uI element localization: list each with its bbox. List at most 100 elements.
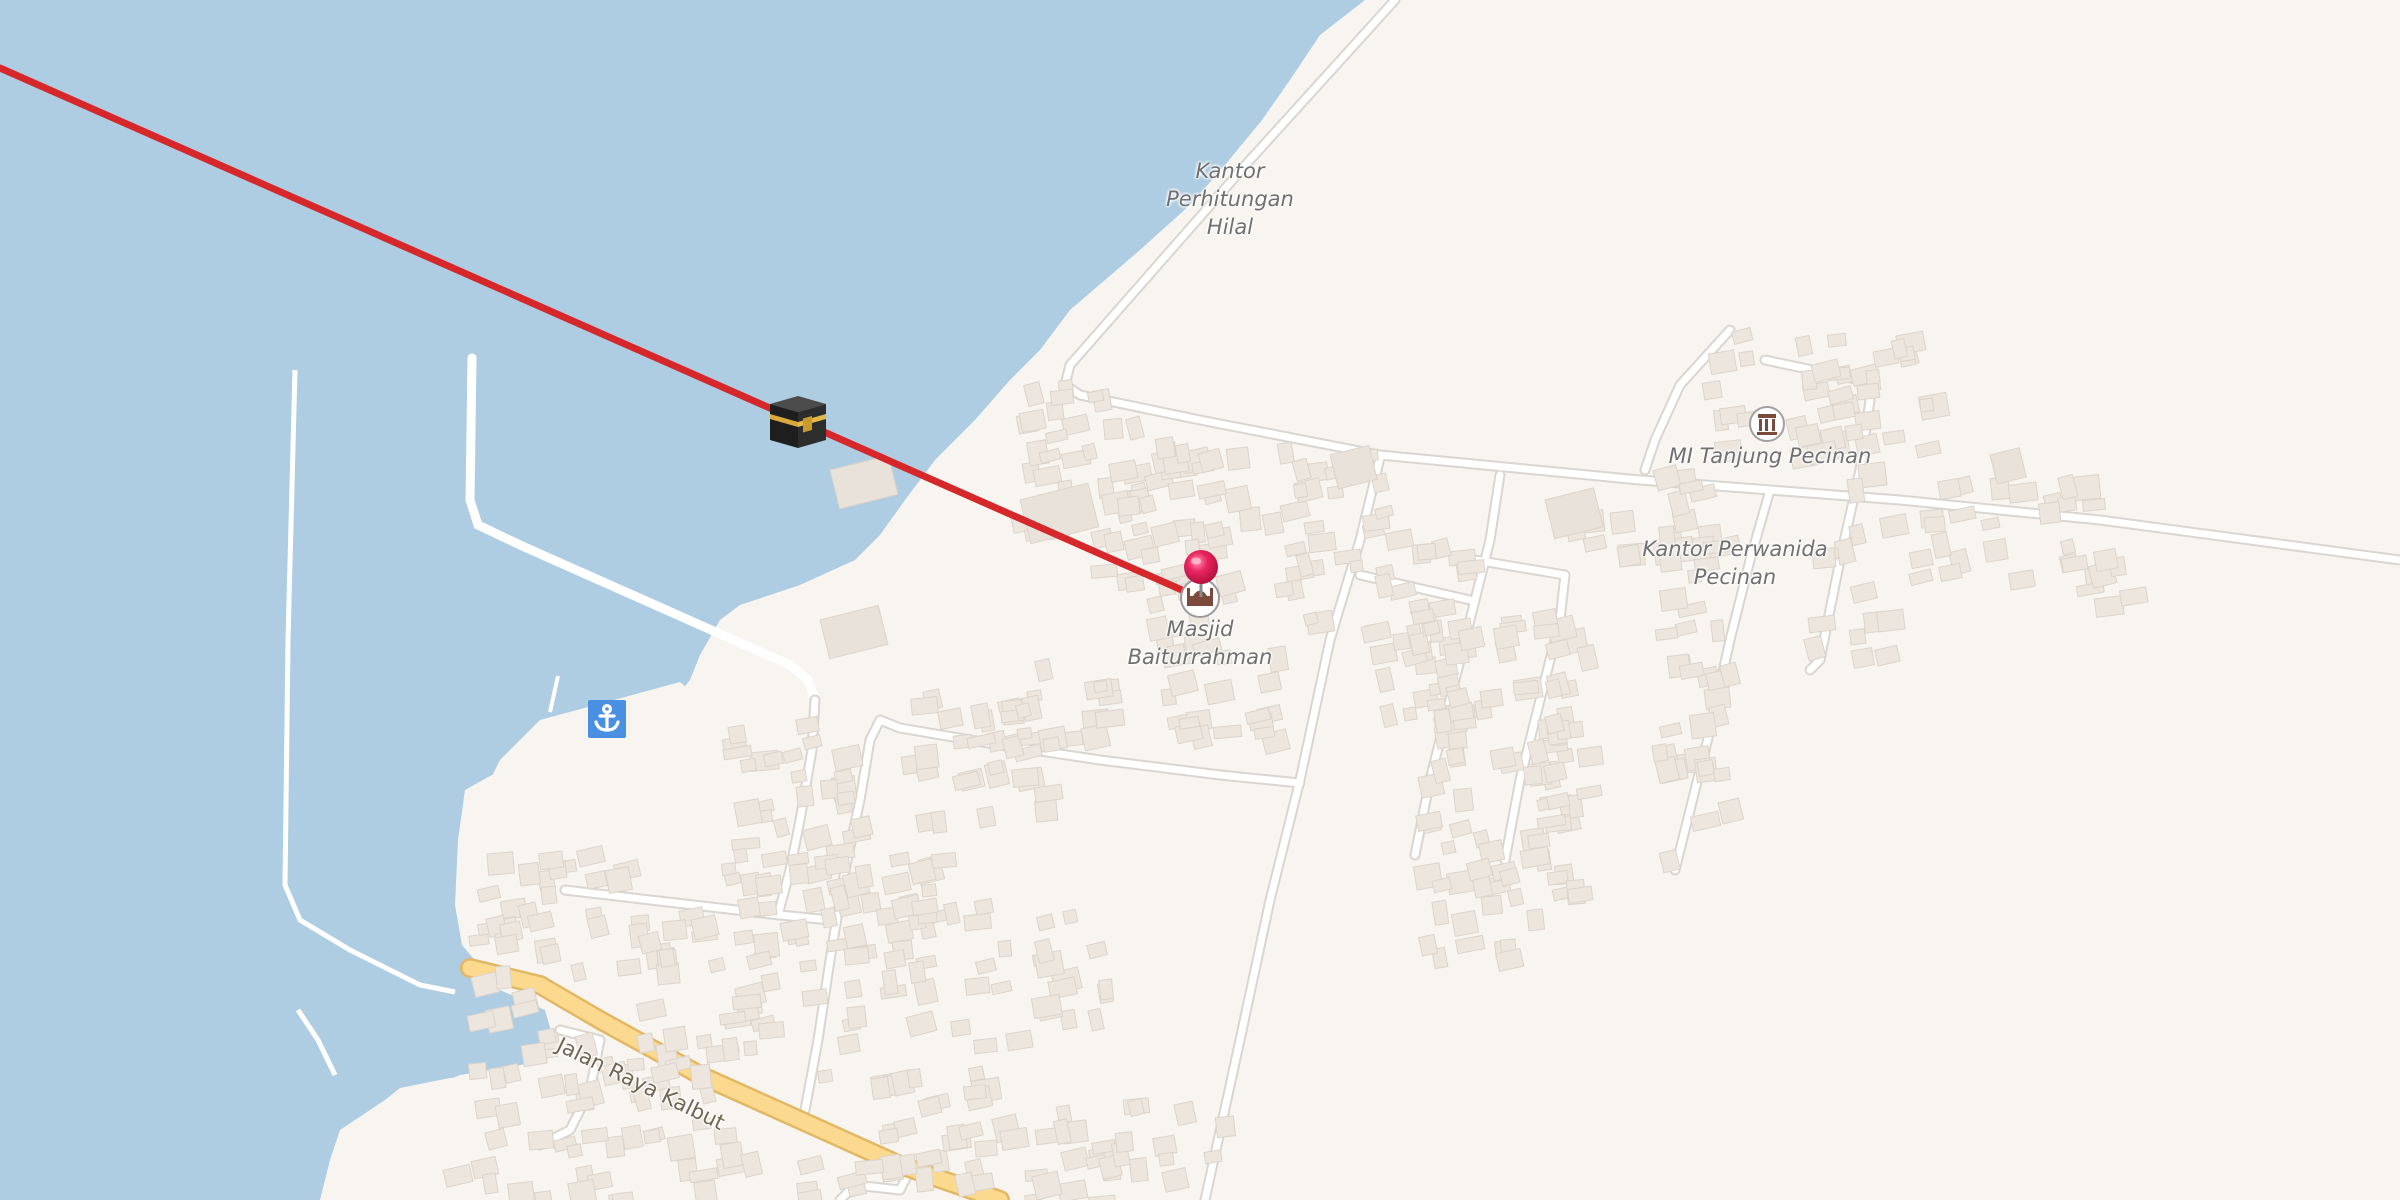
building (1450, 909, 1480, 938)
building (1844, 423, 1864, 442)
building (1128, 1157, 1149, 1183)
building (1875, 608, 1906, 633)
building (820, 906, 838, 929)
building (1418, 933, 1439, 957)
building (881, 969, 899, 996)
label-kantor-perhitungan-hilal[interactable]: Kantor Perhitungan Hilal (1140, 157, 1320, 241)
building (1369, 642, 1399, 666)
building (721, 1036, 740, 1062)
building (642, 1128, 662, 1145)
building (799, 959, 818, 973)
building (689, 1063, 713, 1091)
building (1480, 894, 1504, 916)
building (1203, 1149, 1223, 1165)
building (1167, 479, 1196, 501)
building (1257, 671, 1283, 694)
building (1030, 993, 1063, 1020)
building (754, 874, 784, 897)
building (1116, 495, 1141, 517)
building (1717, 797, 1745, 825)
building (739, 757, 758, 774)
building (517, 861, 542, 887)
building (2007, 481, 2039, 504)
building (920, 883, 938, 898)
building (1492, 624, 1521, 651)
building (1452, 787, 1475, 813)
building (1544, 712, 1565, 735)
building (849, 815, 874, 839)
building (666, 1133, 696, 1162)
building (930, 810, 948, 834)
building (1273, 580, 1295, 599)
building (1489, 746, 1517, 771)
building (1878, 513, 1910, 539)
building (1124, 574, 1146, 593)
building (1738, 350, 1756, 368)
building (1527, 832, 1551, 850)
building (1846, 477, 1866, 504)
building (1707, 349, 1738, 376)
kaaba-icon[interactable] (770, 396, 826, 448)
harbour-marker[interactable] (588, 700, 626, 738)
building (967, 1065, 986, 1082)
building (1094, 708, 1126, 729)
building (1546, 869, 1569, 886)
building (936, 707, 964, 731)
building (1098, 978, 1114, 1001)
building (620, 1124, 644, 1151)
building (795, 784, 815, 808)
building (757, 1021, 786, 1040)
building (1440, 839, 1457, 856)
building (1654, 626, 1679, 642)
building (854, 863, 875, 889)
building (788, 863, 810, 886)
label-kantor-perwanida-pecinan[interactable]: Kantor Perwanida Pecinan (1620, 535, 1850, 591)
building (727, 724, 747, 745)
building (1158, 1152, 1175, 1167)
building (910, 696, 939, 716)
building (494, 933, 520, 956)
building (537, 1073, 567, 1099)
building (824, 855, 851, 876)
building (486, 851, 516, 876)
building (1526, 908, 1546, 932)
building (616, 958, 642, 977)
building (732, 847, 749, 864)
building (1807, 614, 1837, 634)
building (538, 850, 565, 871)
building (2118, 586, 2149, 607)
label-mi-tanjung-pecinan[interactable]: MI Tanjung Pecinan (1640, 442, 1900, 470)
building (1140, 546, 1161, 566)
building (790, 769, 808, 784)
building (534, 1190, 553, 1200)
building (1658, 586, 1689, 612)
building (1523, 765, 1544, 786)
building (970, 702, 992, 730)
building (1349, 559, 1364, 574)
building (906, 1068, 923, 1089)
building (1701, 379, 1723, 401)
building (481, 1172, 499, 1195)
building (693, 1179, 718, 1200)
building (494, 965, 513, 990)
building (1426, 697, 1447, 712)
building (1114, 1131, 1135, 1153)
building (1919, 397, 1935, 413)
building (964, 976, 991, 996)
building (506, 1180, 536, 1200)
building (1392, 632, 1411, 651)
building (976, 805, 997, 829)
building (1062, 908, 1079, 925)
building (997, 939, 1013, 958)
building (566, 1143, 584, 1159)
building (846, 1005, 868, 1029)
school-icon[interactable] (1749, 406, 1785, 442)
building (1303, 519, 1326, 535)
building (1253, 726, 1276, 740)
building (733, 798, 763, 828)
building (1826, 332, 1847, 348)
building (563, 1073, 580, 1097)
building (1479, 688, 1504, 709)
label-masjid-baiturrahman[interactable]: Masjid Baiturrahman (1100, 615, 1300, 671)
building (972, 1037, 998, 1055)
